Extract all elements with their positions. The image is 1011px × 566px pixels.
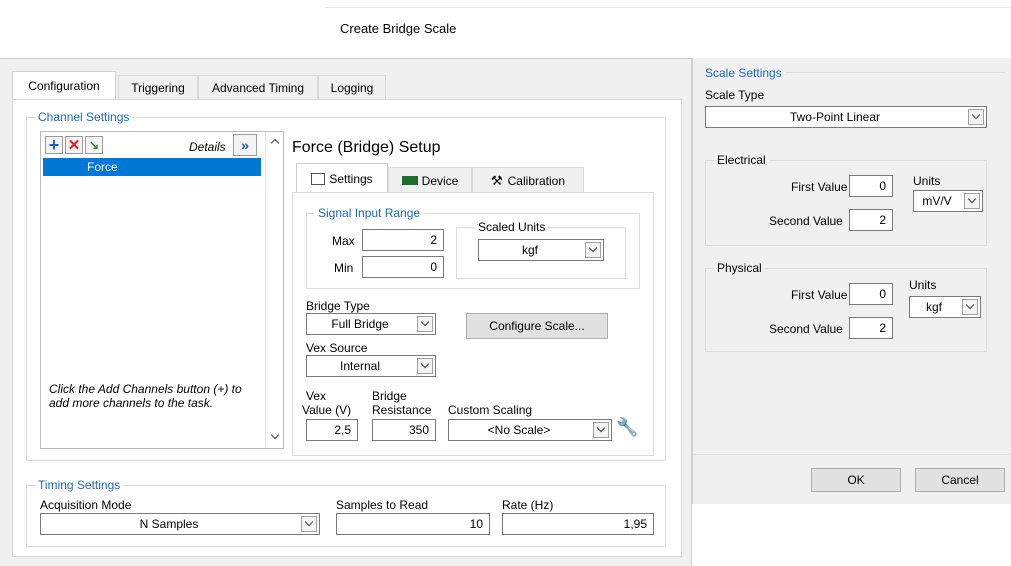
min-input[interactable]: 0 [362, 256, 444, 278]
channel-hint: Click the Add Channels button (+) to add… [49, 382, 242, 410]
bridge-type-select[interactable]: Full Bridge [306, 313, 436, 335]
electrical-units-select[interactable]: mV/V [913, 190, 983, 212]
channel-name: Force [87, 160, 118, 174]
vex-source-value: Internal [339, 359, 381, 373]
tab-device-label: Device [421, 173, 459, 188]
device-icon [401, 176, 418, 185]
tab-calibration[interactable]: ⚒ Calibration [472, 167, 584, 193]
max-input[interactable]: 2 [362, 229, 444, 251]
electrical-second-value[interactable]: 2 [849, 209, 893, 231]
remove-channel-icon[interactable]: ✕ [65, 136, 83, 154]
bridge-scale-dialog-body: Scale Settings Scale Type Two-Point Line… [692, 58, 1011, 504]
settings-icon [311, 172, 326, 185]
electrical-units-value: mV/V [922, 194, 952, 208]
scale-type-label: Scale Type [705, 88, 765, 102]
electrical-second-label: Second Value [769, 214, 843, 228]
vex-value-label-1: Vex [306, 389, 327, 403]
scale-type-select[interactable]: Two-Point Linear [705, 106, 987, 128]
details-label: Details [189, 140, 226, 154]
scale-settings-legend: Scale Settings [705, 66, 782, 80]
chevron-down-icon[interactable] [964, 193, 980, 209]
electrical-legend: Electrical [714, 153, 769, 167]
vex-source-select[interactable]: Internal [306, 355, 436, 377]
samples-to-read-input[interactable]: 10 [336, 513, 490, 535]
chevron-down-icon[interactable] [270, 430, 280, 440]
samples-to-read-label: Samples to Read [336, 498, 429, 512]
list-scrollbar[interactable] [265, 132, 283, 448]
acquisition-mode-label: Acquisition Mode [40, 498, 132, 512]
calibration-icon: ⚒ [490, 172, 503, 188]
ok-button[interactable]: OK [811, 468, 901, 492]
acquisition-mode-value: N Samples [139, 517, 199, 531]
rate-label: Rate (Hz) [502, 498, 554, 512]
rate-input[interactable]: 1,95 [502, 513, 654, 535]
setup-title: Force (Bridge) Setup [292, 139, 441, 156]
chevron-down-icon[interactable] [417, 316, 433, 332]
wrench-icon[interactable]: 🔧 [616, 415, 638, 439]
chevron-down-icon[interactable] [968, 109, 984, 125]
timing-settings-legend: Timing Settings [35, 478, 124, 492]
physical-units-value: kgf [925, 300, 942, 314]
chevron-up-icon[interactable] [270, 138, 280, 148]
dialog-footer-divider [693, 454, 1011, 455]
electrical-units-label: Units [913, 174, 941, 188]
configure-scale-button[interactable]: Configure Scale... [466, 313, 608, 339]
tab-logging[interactable]: Logging [318, 75, 386, 99]
chevron-down-icon[interactable] [585, 242, 601, 258]
bridge-resistance-input[interactable]: 350 [372, 419, 436, 441]
physical-first-label: First Value [791, 288, 848, 302]
add-channel-icon[interactable]: + [45, 136, 63, 154]
tab-settings-label: Settings [329, 171, 373, 186]
custom-scaling-label: Custom Scaling [448, 403, 533, 417]
scaled-units-legend: Scaled Units [475, 220, 549, 234]
scale-type-value: Two-Point Linear [789, 110, 881, 124]
scaled-units-select[interactable]: kgf [478, 239, 604, 261]
dialog-title: Create Bridge Scale [340, 21, 457, 36]
expand-arrow-icon[interactable]: ↘ [85, 136, 103, 154]
tab-device[interactable]: Device [388, 167, 472, 193]
custom-scaling-value: <No Scale> [487, 423, 551, 437]
legend-rule [785, 72, 1005, 73]
tab-configuration[interactable]: Configuration [12, 71, 116, 99]
vex-value-label-2: Value (V) [302, 403, 352, 417]
list-item[interactable]: Force [43, 158, 261, 176]
details-toggle-icon[interactable]: » [233, 134, 257, 156]
custom-scaling-select[interactable]: <No Scale> [448, 419, 612, 441]
tab-calibration-label: Calibration [507, 173, 566, 188]
signal-input-range-legend: Signal Input Range [315, 206, 424, 220]
chevron-down-icon[interactable] [593, 422, 609, 438]
physical-units-select[interactable]: kgf [909, 296, 981, 318]
electrical-first-label: First Value [791, 180, 848, 194]
max-label: Max [332, 234, 355, 248]
physical-legend: Physical [714, 261, 765, 275]
scaled-units-value: kgf [521, 243, 538, 257]
chevron-down-icon[interactable] [962, 299, 978, 315]
min-label: Min [334, 261, 354, 275]
physical-second-label: Second Value [769, 322, 843, 336]
vex-value-input[interactable]: 2,5 [306, 419, 358, 441]
channel-list[interactable]: + ✕ ↘ Details » Force Click the Add Chan… [40, 131, 284, 449]
bridge-type-label: Bridge Type [306, 299, 370, 313]
physical-units-label: Units [909, 278, 937, 292]
vex-source-label: Vex Source [306, 341, 368, 355]
tab-advanced-timing[interactable]: Advanced Timing [198, 75, 318, 99]
tab-settings[interactable]: Settings [296, 163, 388, 193]
chevron-down-icon[interactable] [301, 516, 317, 532]
electrical-first-value[interactable]: 0 [849, 175, 893, 197]
channel-settings-legend: Channel Settings [35, 110, 133, 124]
acquisition-mode-select[interactable]: N Samples [40, 513, 320, 535]
bridge-resistance-label-2: Resistance [372, 403, 432, 417]
bridge-resistance-label-1: Bridge [372, 389, 407, 403]
physical-second-value[interactable]: 2 [849, 317, 893, 339]
cancel-button[interactable]: Cancel [915, 468, 1005, 492]
chevron-down-icon[interactable] [417, 358, 433, 374]
bridge-type-value: Full Bridge [331, 317, 389, 331]
channel-toolbar: + ✕ ↘ Details » [43, 134, 261, 158]
physical-first-value[interactable]: 0 [849, 283, 893, 305]
dialog-top-strip [326, 0, 1011, 8]
main-panel: Configuration Triggering Advanced Timing… [0, 58, 692, 566]
tab-triggering[interactable]: Triggering [118, 75, 198, 99]
